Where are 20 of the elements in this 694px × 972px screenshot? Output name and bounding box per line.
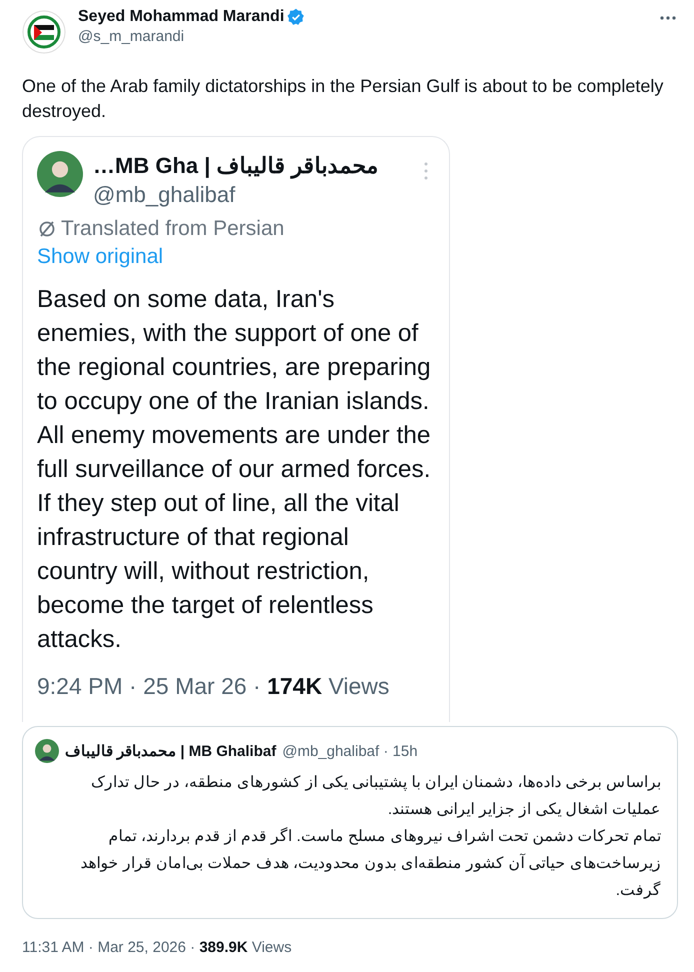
quoted-author-name: محمدباقر قالیباف | MB Ghalibaf (65, 742, 276, 760)
quoted-paragraph: براساس برخی داده‌ها، دشمنان ایران با پشتیبانی یکی از کشورهای منطقه، در حال تدارک عملیات اشغال یکی از جزایر ایرانی هستند. (90, 773, 661, 820)
post-text: One of the Arab family dictatorships in the Persian Gulf is about to be completely destroyed. (22, 75, 664, 123)
translate-icon (37, 219, 57, 239)
quoted-author-handle: @mb_ghalibaf · 15h (282, 742, 418, 760)
post-meta: 9:24 PM · 25 Mar 26 · 174K Views (37, 673, 390, 700)
avatar-logo-icon[interactable] (22, 10, 66, 54)
post-paragraph: Based on some data, Iran's enemies, with the support of one of the regional countries, are preparing to occupy one of the Iranian islands. (37, 285, 432, 417)
post-paragraph: All enemy movements are under the full surveillance of our armed forces. If they step out of line, all the vital infrastructure of that regional country will, without restriction, become the target of relentless attacks. (37, 421, 432, 655)
author-handle: @mb_ghalibaf (93, 181, 236, 209)
more-icon (423, 161, 429, 181)
author-handle[interactable]: @s_m_marandi (78, 28, 646, 45)
quoted-post-card[interactable] (22, 726, 678, 919)
author-name: محمدباقر قالیباف | MB Gha… (93, 152, 380, 181)
quoted-paragraph: تمام تحرکات دشمن تحت اشراف نیروهای مسلح ماست. اگر قدم از قدم بردارند، تمام زیرساخت‌های حیاتی آن کشور منطقه‌ای بدون محدودیت، هدف حملات بی‌امان قرار خواهد گرفت. (80, 826, 661, 901)
translated-label: Translated from Persian (61, 217, 284, 241)
post-timestamp: 11:31 AM · Mar 25, 2026 · 389.9K Views (22, 939, 293, 956)
author-name[interactable]: Seyed Mohammad Marandi (78, 8, 284, 26)
avatar-icon[interactable] (37, 151, 83, 197)
avatar-icon[interactable] (35, 739, 59, 763)
